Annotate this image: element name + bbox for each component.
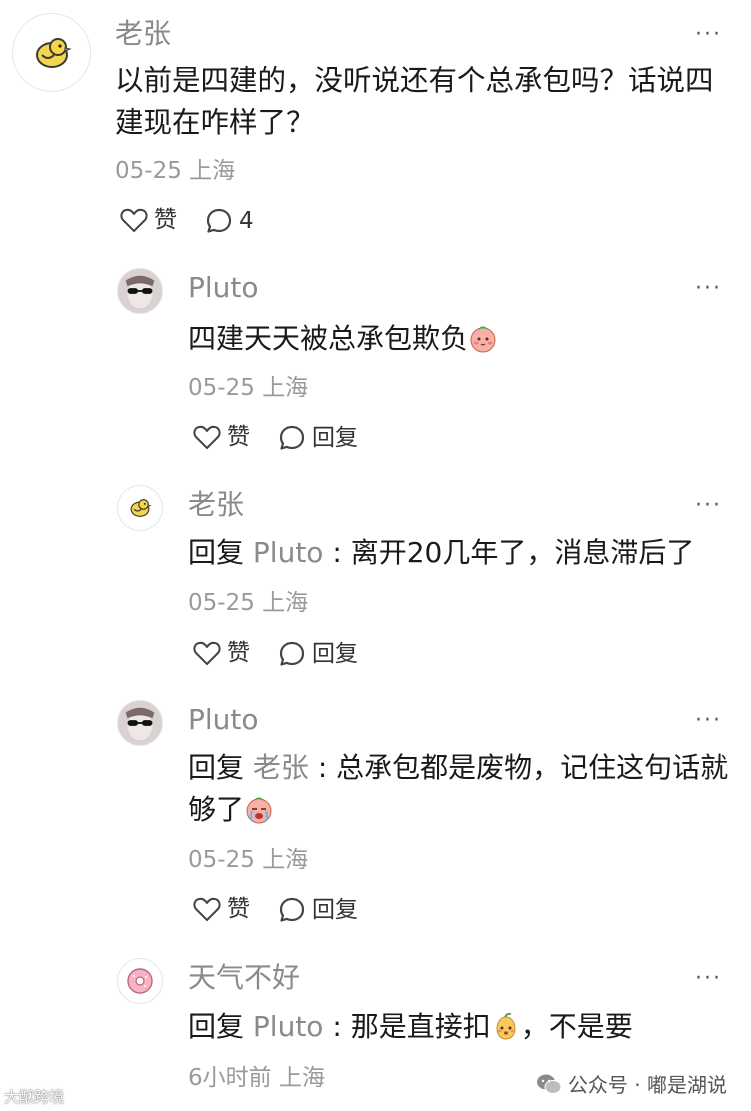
reply-count-button[interactable]: 4 xyxy=(205,207,254,235)
heart-icon xyxy=(193,641,221,665)
reply-separator: : xyxy=(323,1010,351,1043)
watermark-right: 公众号 · 嘟是湖说 xyxy=(536,1069,727,1098)
comment-bubble-icon xyxy=(279,425,305,450)
reply-text: 回复 Pluto : 离开20几年了，消息滞后了 xyxy=(188,532,728,574)
reply-count: 4 xyxy=(239,207,254,234)
reply-text: 回复 老张 : 总承包都是废物，记住这句话就够了 xyxy=(188,747,733,831)
comment-bubble-icon xyxy=(279,641,305,666)
reply-target[interactable]: Pluto xyxy=(253,1010,324,1043)
more-options-button[interactable]: ··· xyxy=(695,968,722,990)
donut-avatar-icon xyxy=(127,968,153,994)
avatar-tianqibuhao[interactable] xyxy=(117,958,163,1004)
like-button[interactable]: 赞 xyxy=(193,640,250,666)
heart-icon xyxy=(193,897,221,921)
reply-label: 回复 xyxy=(312,424,358,451)
reply-meta: 05-25 上海 xyxy=(188,847,309,873)
more-options-button[interactable]: ··· xyxy=(695,278,722,300)
avatar-laozhang[interactable] xyxy=(117,485,163,531)
reply-author[interactable]: 天气不好 xyxy=(188,964,300,992)
comment-meta: 05-25 上海 xyxy=(115,158,236,184)
reply-separator: : xyxy=(308,751,337,784)
reply-button[interactable]: 回复 xyxy=(278,424,358,452)
reply-text-content-after: ，不是要 xyxy=(520,1010,633,1043)
reply-author[interactable]: Pluto xyxy=(188,706,259,734)
heart-icon xyxy=(193,425,221,449)
like-button[interactable]: 赞 xyxy=(193,424,250,450)
like-button[interactable]: 赞 xyxy=(120,207,177,233)
reply-target[interactable]: 老张 xyxy=(253,751,309,784)
pear-face-emoji-icon xyxy=(496,1013,516,1040)
duck-avatar-icon xyxy=(35,37,72,68)
comment-text: 以前是四建的，没听说还有个总承包吗？话说四建现在咋样了？ xyxy=(115,64,714,139)
avatar-pluto[interactable] xyxy=(117,700,163,746)
reply-text: 四建天天被总承包欺负 xyxy=(188,318,708,360)
more-options-button[interactable]: ··· xyxy=(695,495,722,517)
reply-label: 回复 xyxy=(312,896,358,923)
avatar-pluto[interactable] xyxy=(117,268,163,314)
user-photo-icon xyxy=(118,701,162,745)
reply-separator: : xyxy=(323,536,351,569)
reply-text-content: 离开20几年了，消息滞后了 xyxy=(350,536,695,569)
reply-prefix: 回复 xyxy=(188,751,245,784)
more-options-button[interactable]: ··· xyxy=(695,24,722,46)
reply-text-content: 四建天天被总承包欺负 xyxy=(188,322,469,355)
reply-author[interactable]: Pluto xyxy=(188,274,259,302)
watermark-right-text: 公众号 · 嘟是湖说 xyxy=(567,1073,727,1097)
like-label: 赞 xyxy=(227,639,250,666)
comment-bubble-icon xyxy=(206,208,232,233)
like-label: 赞 xyxy=(154,206,177,233)
reply-button[interactable]: 回复 xyxy=(278,640,358,668)
more-options-button[interactable]: ··· xyxy=(695,710,722,732)
reply-prefix: 回复 xyxy=(188,536,245,569)
reply-meta: 6小时前 上海 xyxy=(188,1065,325,1091)
reply-target[interactable]: Pluto xyxy=(253,536,324,569)
heart-icon xyxy=(120,208,148,232)
user-photo-icon xyxy=(118,269,162,313)
duck-avatar-icon xyxy=(130,499,152,517)
reply-text-content: 那是直接扣 xyxy=(350,1010,491,1043)
comment-bubble-icon xyxy=(279,897,305,922)
reply-author[interactable]: 老张 xyxy=(188,491,244,519)
wechat-icon xyxy=(536,1074,562,1094)
reply-text: 回复 Pluto : 那是直接扣 ，不是要 xyxy=(188,1006,708,1048)
comment-author[interactable]: 老张 xyxy=(115,20,171,48)
reply-label: 回复 xyxy=(312,640,358,667)
reply-prefix: 回复 xyxy=(188,1010,245,1043)
avatar-laozhang[interactable] xyxy=(12,13,91,92)
reply-meta: 05-25 上海 xyxy=(188,375,309,401)
like-label: 赞 xyxy=(227,423,250,450)
reply-meta: 05-25 上海 xyxy=(188,590,309,616)
reply-button[interactable]: 回复 xyxy=(278,896,358,924)
bashful-face-emoji-icon xyxy=(470,326,496,353)
crying-face-emoji-icon xyxy=(246,797,272,824)
like-label: 赞 xyxy=(227,895,250,922)
watermark-left: 大猷跨境 xyxy=(4,1086,64,1107)
like-button[interactable]: 赞 xyxy=(193,896,250,922)
watermark-left-text: 大猷跨境 xyxy=(4,1088,65,1106)
comment-thread: 老张 ··· 以前是四建的，没听说还有个总承包吗？话说四建现在咋样了？ 05-2… xyxy=(0,0,751,1111)
